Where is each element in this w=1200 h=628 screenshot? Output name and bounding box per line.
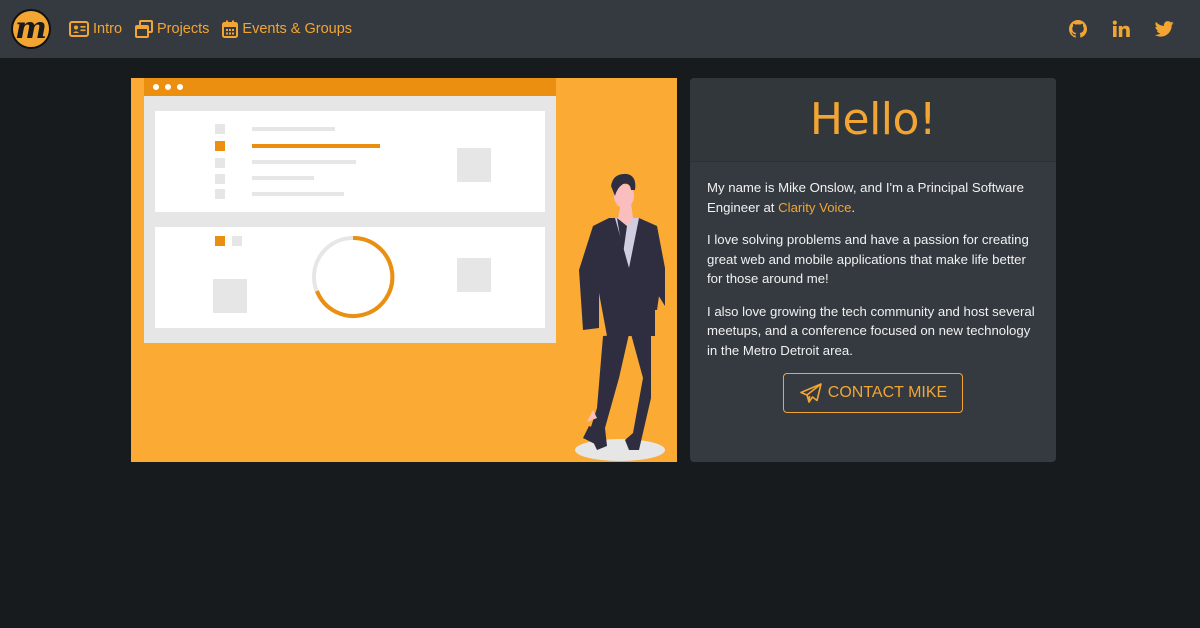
intro-text-end: . <box>851 199 856 215</box>
twitter-icon[interactable] <box>1155 21 1174 37</box>
site-logo[interactable]: m <box>11 9 51 49</box>
card-body: My name is Mike Onslow, and I'm a Princi… <box>690 162 1056 413</box>
top-navbar: m Intro Projects Events & Groups <box>0 0 1200 58</box>
github-icon[interactable] <box>1069 20 1087 38</box>
clarity-voice-link[interactable]: Clarity Voice <box>778 200 851 215</box>
social-links <box>1044 20 1190 38</box>
contact-mike-button[interactable]: CONTACT MIKE <box>782 373 964 413</box>
nav-link-events-groups[interactable]: Events & Groups <box>222 20 352 38</box>
card-title: Hello! <box>809 94 937 145</box>
nav-links: Intro Projects Events & Groups <box>69 20 365 38</box>
community-paragraph: I also love growing the tech community a… <box>707 303 1035 358</box>
intro-card: Hello! My name is Mike Onslow, and I'm a… <box>690 78 1056 462</box>
passion-paragraph: I love solving problems and have a passi… <box>707 232 1029 286</box>
nav-link-intro[interactable]: Intro <box>69 21 122 37</box>
linkedin-icon[interactable] <box>1112 20 1130 38</box>
nav-link-label: Intro <box>93 21 123 37</box>
nav-link-projects[interactable]: Projects <box>135 20 209 38</box>
intro-text: My name is Mike Onslow, and I'm a Princi… <box>707 180 1024 215</box>
id-card-icon <box>69 21 89 37</box>
windows-icon <box>135 20 154 38</box>
card-header: Hello! <box>690 78 1056 162</box>
contact-button-label: CONTACT MIKE <box>827 384 948 401</box>
calendar-icon <box>222 20 239 38</box>
nav-link-label: Projects <box>157 21 210 37</box>
hero-illustration <box>131 78 677 462</box>
button-wrapper: CONTACT MIKE <box>707 373 1039 413</box>
paper-plane-icon <box>799 383 822 403</box>
intro-paragraph: My name is Mike Onslow, and I'm a Princi… <box>707 178 1039 217</box>
nav-link-label: Events & Groups <box>242 21 353 37</box>
